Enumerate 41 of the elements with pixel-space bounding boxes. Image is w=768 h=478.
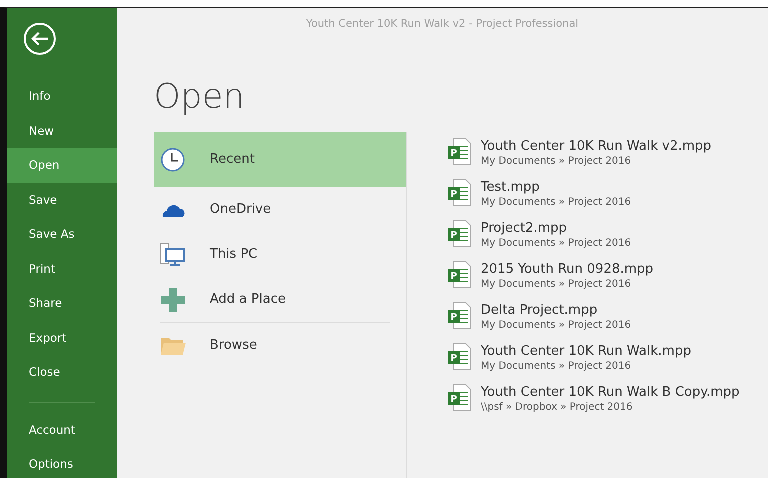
window-title: Youth Center 10K Run Walk v2 - Project Professional bbox=[305, 17, 580, 32]
plus-icon bbox=[160, 286, 186, 312]
sidebar-item[interactable]: Share bbox=[7, 286, 117, 320]
sidebar-item[interactable]: Save bbox=[7, 182, 117, 217]
file-path: My Documents » Project 2016 bbox=[481, 155, 632, 168]
file-name: Delta Project.mpp bbox=[481, 302, 599, 319]
sidebar-item[interactable]: Account bbox=[7, 412, 117, 447]
file-name: Youth Center 10K Run Walk.mpp bbox=[481, 343, 692, 360]
recent-file[interactable]: P Youth Center 10K Run Walk B Copy.mpp \\psf » Dropbox » Project 2016 bbox=[447, 384, 767, 425]
sidebar-item[interactable]: Close bbox=[7, 355, 117, 390]
place-item[interactable]: Recent bbox=[154, 132, 406, 187]
computer-icon bbox=[160, 242, 186, 268]
place-item[interactable]: OneDrive bbox=[154, 187, 406, 232]
recent-file[interactable]: P Youth Center 10K Run Walk v2.mpp My Documents » Project 2016 bbox=[447, 138, 767, 179]
file-name: 2015 Youth Run 0928.mpp bbox=[481, 261, 654, 278]
file-path: My Documents » Project 2016 bbox=[481, 278, 632, 291]
file-name: Youth Center 10K Run Walk v2.mpp bbox=[481, 138, 712, 155]
recent-file[interactable]: P Youth Center 10K Run Walk.mpp My Documents » Project 2016 bbox=[447, 343, 767, 384]
sidebar-item[interactable]: Print bbox=[7, 252, 117, 286]
file-name: Test.mpp bbox=[481, 179, 541, 196]
file-path: My Documents » Project 2016 bbox=[481, 237, 632, 250]
sidebar-item[interactable]: Save As bbox=[7, 217, 117, 252]
place-item[interactable]: Add a Place bbox=[154, 277, 406, 322]
sidebar-item[interactable]: Options bbox=[7, 447, 117, 478]
file-name: Project2.mpp bbox=[481, 220, 568, 237]
place-item[interactable]: This PC bbox=[154, 232, 406, 277]
recent-file[interactable]: P 2015 Youth Run 0928.mpp My Documents » Project 2016 bbox=[447, 261, 767, 302]
sidebar-item[interactable]: New bbox=[7, 114, 117, 148]
place-item[interactable]: Browse bbox=[154, 323, 406, 368]
file-path: \\psf » Dropbox » Project 2016 bbox=[481, 401, 634, 414]
clock-icon bbox=[160, 146, 186, 172]
recent-file[interactable]: P Delta Project.mpp My Documents » Project 2016 bbox=[447, 302, 767, 343]
recent-file[interactable]: P Project2.mpp My Documents » Project 2016 bbox=[447, 220, 767, 261]
page-heading: Open bbox=[154, 80, 246, 119]
file-path: My Documents » Project 2016 bbox=[481, 196, 632, 209]
recent-file[interactable]: P Test.mpp My Documents » Project 2016 bbox=[447, 179, 767, 220]
file-path: My Documents » Project 2016 bbox=[481, 319, 632, 332]
sidebar-item[interactable]: Info bbox=[7, 79, 117, 114]
file-path: My Documents » Project 2016 bbox=[481, 360, 632, 373]
sidebar-item[interactable]: Export bbox=[7, 320, 117, 355]
file-name: Youth Center 10K Run Walk B Copy.mpp bbox=[481, 384, 740, 401]
